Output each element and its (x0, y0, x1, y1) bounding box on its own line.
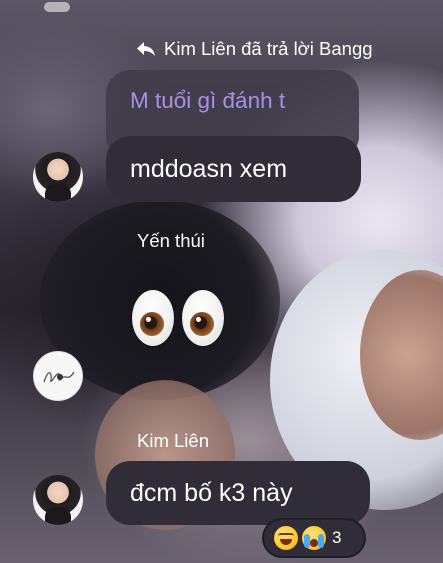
message-bubble[interactable]: đcm bố k3 này (106, 461, 370, 525)
right-eye-icon (182, 290, 224, 346)
sender-name-yen-thui: Yến thúi (137, 230, 205, 251)
reaction-count: 3 (332, 528, 342, 547)
eyes-emoji[interactable] (132, 290, 224, 346)
reply-header: Kim Liên đã trả lời Bangg (136, 38, 373, 60)
crying-face-icon (302, 526, 326, 550)
reply-arrow-icon (136, 41, 156, 57)
avatar-yen-thui[interactable] (33, 351, 83, 401)
message-text: đcm bố k3 này (130, 478, 293, 507)
reply-header-text: Kim Liên đã trả lời Bangg (164, 38, 373, 59)
reactions-pill[interactable]: 3 (262, 518, 366, 558)
scroll-indicator (44, 2, 70, 12)
left-eye-icon (132, 290, 174, 346)
avatar-kim-lien[interactable] (33, 475, 83, 525)
signature-icon (43, 371, 75, 383)
message-bubble-reply[interactable]: mddoasn xem (106, 136, 361, 202)
avatar-kim-lien[interactable] (33, 152, 83, 202)
quoted-message-text: M tuổi gì đánh t (130, 88, 286, 113)
laughing-face-icon (274, 526, 298, 550)
message-text: mddoasn xem (130, 154, 288, 183)
sender-name-kim-lien: Kim Liên (137, 430, 209, 451)
